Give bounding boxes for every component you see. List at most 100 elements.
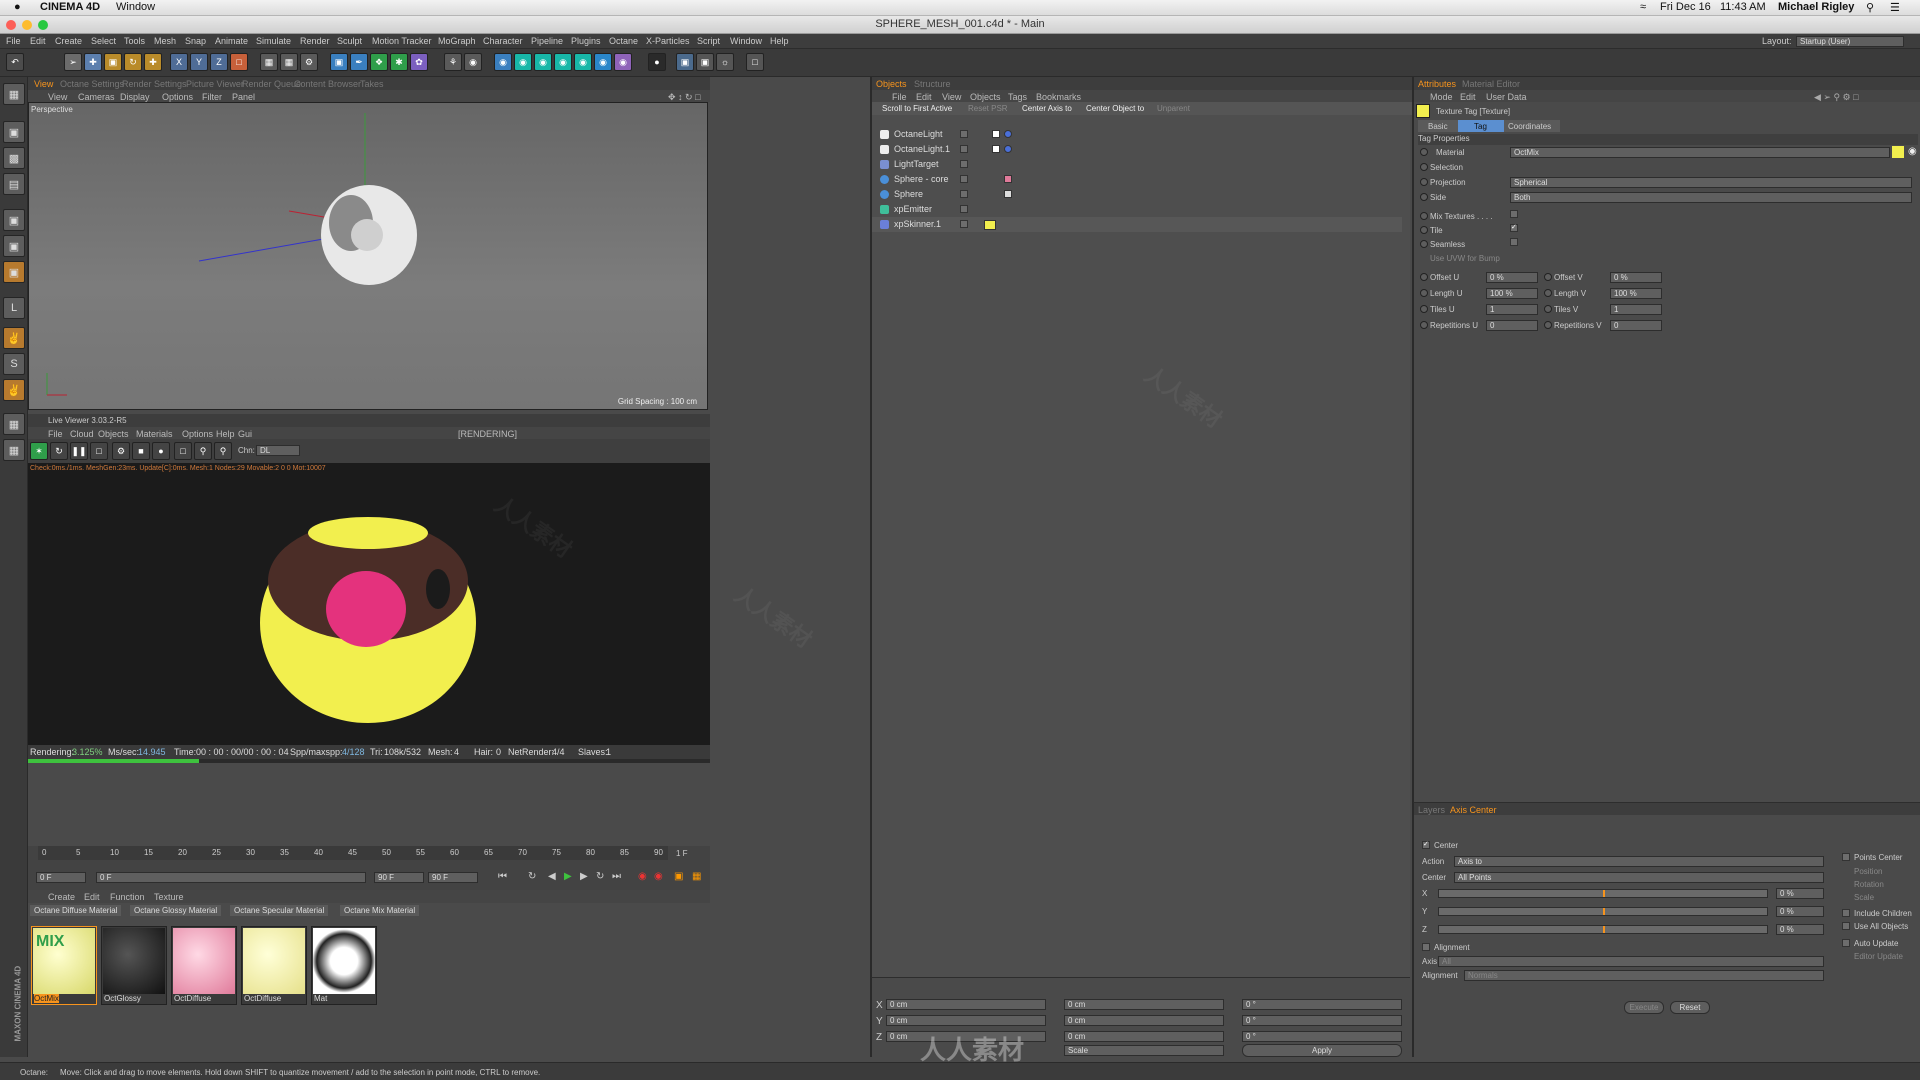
- mac-date[interactable]: Fri Dec 16: [1660, 1, 1711, 13]
- attr-menu-userdata[interactable]: User Data: [1486, 92, 1527, 102]
- length-u-radio[interactable]: [1420, 289, 1428, 297]
- key-options-icon[interactable]: ▣: [674, 871, 683, 882]
- filter-octane-diffuse[interactable]: Octane Diffuse Material: [30, 905, 122, 916]
- menu-script[interactable]: Script: [697, 36, 720, 46]
- axis-x-slider[interactable]: [1438, 889, 1768, 898]
- tab-layers[interactable]: Layers: [1418, 805, 1445, 815]
- material-octmix[interactable]: MIX OctMix: [31, 926, 97, 1005]
- polygons-mode-icon[interactable]: ▣: [3, 261, 25, 283]
- vp-menu-cameras[interactable]: Cameras: [78, 92, 115, 102]
- obj-menu-bookmarks[interactable]: Bookmarks: [1036, 92, 1081, 102]
- start-frame-field[interactable]: 0 F: [36, 872, 86, 883]
- attr-nav-icons[interactable]: ◀ ➢ ⚲ ⚙ □: [1814, 92, 1859, 103]
- octane-tag-icon[interactable]: [1004, 130, 1012, 138]
- octane-send-icon[interactable]: ✶: [30, 442, 48, 460]
- tile-checkbox[interactable]: ✓: [1510, 224, 1518, 232]
- lv-menu-objects[interactable]: Objects: [98, 429, 129, 439]
- octane-icon-2[interactable]: ◉: [514, 53, 532, 71]
- length-u-field[interactable]: 100 %: [1486, 288, 1538, 299]
- perspective-viewport[interactable]: Perspective Grid Spacing : 100 cm: [28, 102, 708, 410]
- coord-pz-field[interactable]: 0 cm: [1064, 1031, 1224, 1042]
- next-frame-icon[interactable]: ▶: [580, 871, 588, 882]
- tiles-v-radio[interactable]: [1544, 305, 1552, 313]
- menu-pipeline[interactable]: Pipeline: [531, 36, 563, 46]
- side-select[interactable]: Both: [1510, 192, 1912, 203]
- tab-structure[interactable]: Structure: [914, 79, 951, 89]
- length-v-radio[interactable]: [1544, 289, 1552, 297]
- tiles-u-field[interactable]: 1: [1486, 304, 1538, 315]
- light-icon[interactable]: ☼: [716, 53, 734, 71]
- axis-y-slider[interactable]: [1438, 907, 1768, 916]
- viewer-icon[interactable]: ▣: [676, 53, 694, 71]
- coord-mode-select[interactable]: Scale: [1064, 1045, 1224, 1056]
- center-checkbox[interactable]: ✓: [1422, 841, 1430, 849]
- render-view-icon[interactable]: ▦: [260, 53, 278, 71]
- cube-icon[interactable]: ▣: [330, 53, 348, 71]
- axis-mode-icon[interactable]: L: [3, 297, 25, 319]
- tab-octane-settings[interactable]: Octane Settings: [60, 79, 124, 89]
- loop-icon[interactable]: ↻: [596, 871, 604, 882]
- lv-menu-cloud[interactable]: Cloud: [70, 429, 94, 439]
- offset-u-radio[interactable]: [1420, 273, 1428, 281]
- lv-region-icon[interactable]: □: [174, 442, 192, 460]
- attr-subtab-coordinates[interactable]: Coordinates: [1504, 120, 1560, 132]
- coord-x-field[interactable]: 0 cm: [886, 999, 1046, 1010]
- layout-select[interactable]: Startup (User): [1796, 36, 1904, 47]
- app-name[interactable]: CINEMA 4D: [40, 1, 100, 13]
- octane-icon-7[interactable]: ◉: [614, 53, 632, 71]
- menu-help[interactable]: Help: [770, 36, 789, 46]
- material-octglossy[interactable]: OctGlossy: [101, 926, 167, 1005]
- scroll-first-active-button[interactable]: Scroll to First Active: [882, 104, 952, 113]
- obj-menu-tags[interactable]: Tags: [1008, 92, 1027, 102]
- select-tool-icon[interactable]: ➢: [64, 53, 82, 71]
- octane-icon-6[interactable]: ◉: [594, 53, 612, 71]
- cloner-icon[interactable]: ✱: [390, 53, 408, 71]
- workplane-icon[interactable]: ▤: [3, 173, 25, 195]
- coord-b-field[interactable]: 0 °: [1242, 1031, 1402, 1042]
- sphere-icon[interactable]: ●: [648, 53, 666, 71]
- undo-icon[interactable]: ↶: [6, 53, 24, 71]
- grid2-icon[interactable]: ▦: [3, 439, 25, 461]
- length-v-field[interactable]: 100 %: [1610, 288, 1662, 299]
- mac-user[interactable]: Michael Rigley: [1778, 1, 1854, 13]
- attr-subtab-tag[interactable]: Tag: [1458, 120, 1504, 132]
- visibility-toggle[interactable]: [960, 175, 968, 183]
- spotlight-icon[interactable]: ⚲: [1866, 1, 1874, 14]
- list-item[interactable]: xpSkinner.1: [872, 217, 1402, 232]
- coord-y-field[interactable]: 0 cm: [886, 1015, 1046, 1026]
- attr-menu-mode[interactable]: Mode: [1430, 92, 1453, 102]
- y-axis-icon[interactable]: Y: [190, 53, 208, 71]
- lock-workplane-icon[interactable]: ✌: [3, 379, 25, 401]
- material-field[interactable]: OctMix: [1510, 147, 1890, 158]
- play-icon[interactable]: ▶: [564, 871, 572, 882]
- axis-z-field[interactable]: 0 %: [1776, 924, 1824, 935]
- mat-menu-edit[interactable]: Edit: [84, 892, 100, 902]
- mat-menu-texture[interactable]: Texture: [154, 892, 184, 902]
- list-item[interactable]: LightTarget: [872, 157, 1402, 172]
- end-frame-field[interactable]: 90 F: [374, 872, 424, 883]
- material-tag-icon[interactable]: [1004, 175, 1012, 183]
- material-tag-icon[interactable]: [1004, 190, 1012, 198]
- apply-button[interactable]: Apply: [1242, 1044, 1402, 1057]
- axis-y-field[interactable]: 0 %: [1776, 906, 1824, 917]
- render-settings-icon[interactable]: ⚙: [300, 53, 318, 71]
- tweak-mode-icon[interactable]: ✌: [3, 327, 25, 349]
- axis-x-field[interactable]: 0 %: [1776, 888, 1824, 899]
- goto-end-icon[interactable]: ⏭: [612, 871, 621, 882]
- lv-focus-icon[interactable]: ⚲: [214, 442, 232, 460]
- material-radio[interactable]: [1420, 148, 1428, 156]
- center-object-button[interactable]: Center Object to: [1086, 104, 1144, 113]
- menu-file[interactable]: File: [6, 36, 21, 46]
- tab-attributes[interactable]: Attributes: [1418, 79, 1456, 89]
- axis-z-slider[interactable]: [1438, 925, 1768, 934]
- prev-frame-icon[interactable]: ◀: [548, 871, 556, 882]
- move-tool-icon[interactable]: ✚: [84, 53, 102, 71]
- repetitions-u-field[interactable]: 0: [1486, 320, 1538, 331]
- pen-icon[interactable]: ✒: [350, 53, 368, 71]
- points-mode-icon[interactable]: ▣: [3, 209, 25, 231]
- obj-menu-edit[interactable]: Edit: [916, 92, 932, 102]
- menu-create[interactable]: Create: [55, 36, 82, 46]
- mat-menu-function[interactable]: Function: [110, 892, 145, 902]
- model-mode-icon[interactable]: ▣: [3, 121, 25, 143]
- menu-mograph[interactable]: MoGraph: [438, 36, 476, 46]
